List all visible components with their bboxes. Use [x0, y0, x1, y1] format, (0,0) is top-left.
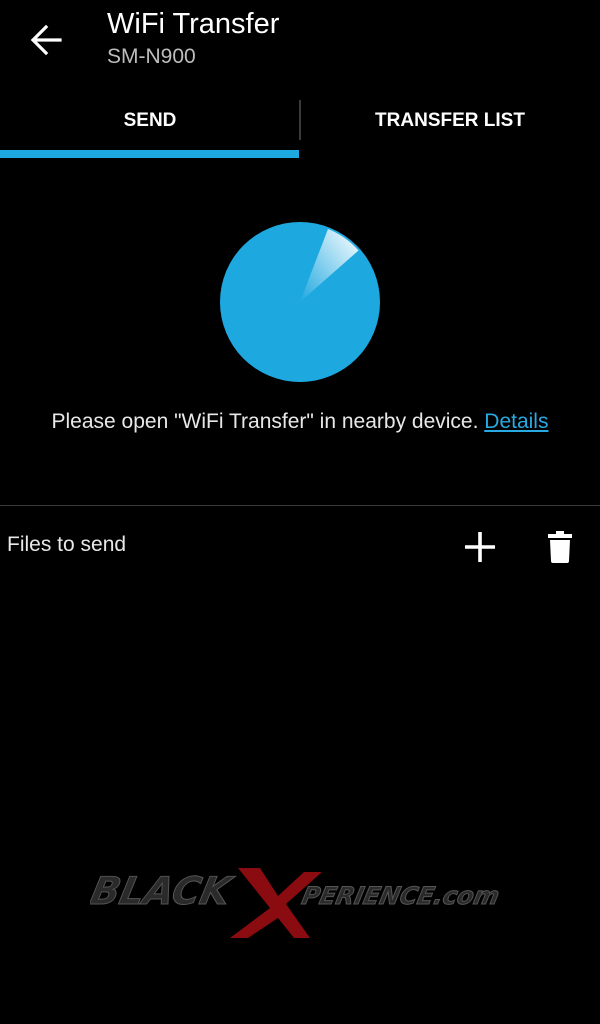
- trash-icon: [548, 531, 572, 563]
- tab-bar: SEND TRANSFER LIST: [0, 96, 600, 160]
- add-file-button[interactable]: [458, 525, 502, 569]
- files-to-send-label: Files to send: [7, 533, 127, 556]
- section-divider: [0, 505, 600, 506]
- files-to-send-row: Files to send: [0, 515, 600, 579]
- arrow-left-icon: [30, 24, 62, 56]
- instruction-text: Please open "WiFi Transfer" in nearby de…: [51, 410, 485, 433]
- svg-text:PERIENCE.com: PERIENCE.com: [299, 881, 502, 910]
- tab-send[interactable]: SEND: [0, 96, 300, 146]
- watermark-logo: BLACK PERIENCE.com: [90, 868, 503, 938]
- delete-files-button[interactable]: [538, 525, 582, 569]
- back-button[interactable]: [22, 18, 70, 62]
- active-tab-indicator: [0, 150, 299, 158]
- page-title: WiFi Transfer: [107, 8, 280, 40]
- app-header: WiFi Transfer SM-N900: [0, 0, 600, 90]
- instruction-message: Please open "WiFi Transfer" in nearby de…: [0, 410, 600, 434]
- svg-text:BLACK: BLACK: [90, 869, 238, 914]
- plus-icon: [465, 532, 495, 562]
- device-name: SM-N900: [107, 45, 196, 68]
- radar-scan-icon: [220, 222, 380, 382]
- details-link[interactable]: Details: [484, 410, 548, 433]
- tab-transfer-list[interactable]: TRANSFER LIST: [300, 96, 600, 146]
